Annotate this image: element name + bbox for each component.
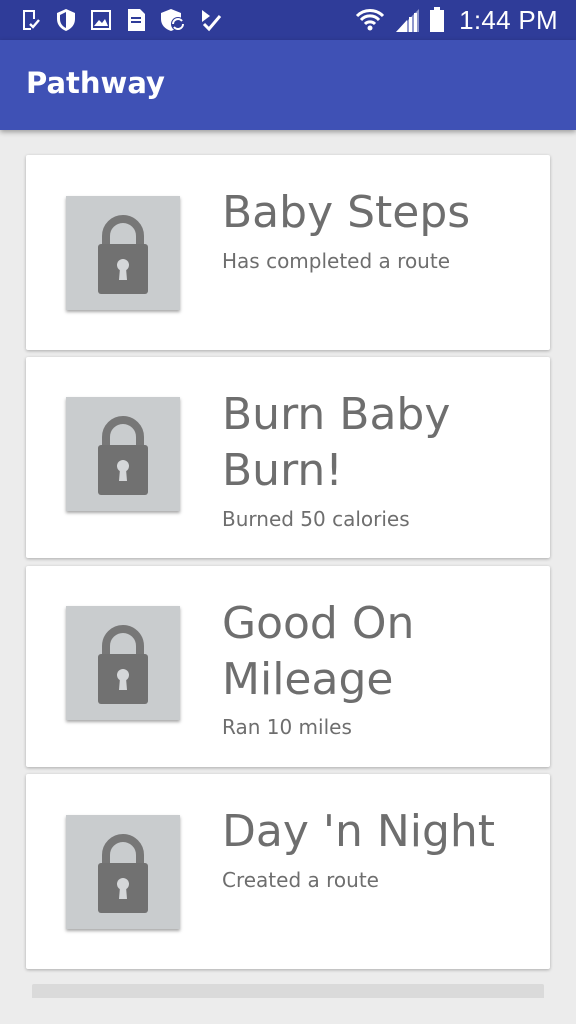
achievement-title: Burn Baby Burn! — [222, 389, 451, 496]
achievement-description: Created a route — [222, 868, 379, 892]
battery-icon — [429, 7, 445, 33]
cell-signal-icon — [393, 7, 421, 33]
achievement-description: Has completed a route — [222, 249, 450, 273]
lock-icon — [98, 834, 148, 913]
shield-sync-icon — [160, 8, 186, 32]
achievement-card[interactable]: Good On Mileage Ran 10 miles — [26, 566, 550, 767]
achievement-card[interactable]: Day 'n Night Created a route — [26, 774, 550, 969]
app-title: Pathway — [26, 66, 165, 100]
image-icon — [90, 9, 112, 31]
clipboard-check-icon — [20, 8, 42, 32]
status-bar: 1:44 PM — [0, 0, 576, 40]
achievement-title: Good On Mileage — [222, 598, 415, 705]
system-icons: 1:44 PM — [355, 4, 558, 35]
achievement-badge — [66, 196, 180, 310]
achievement-description: Ran 10 miles — [222, 715, 352, 739]
lock-icon — [98, 625, 148, 704]
status-time: 1:44 PM — [459, 4, 558, 35]
shield-icon — [56, 8, 76, 32]
achievement-title: Day 'n Night — [222, 806, 496, 857]
sim-card-icon — [126, 8, 146, 32]
lock-icon — [98, 416, 148, 495]
next-card-edge — [32, 984, 544, 998]
achievement-badge — [66, 815, 180, 929]
achievement-card[interactable]: Burn Baby Burn! Burned 50 calories — [26, 357, 550, 558]
achievement-title: Baby Steps — [222, 187, 471, 238]
achievement-badge — [66, 606, 180, 720]
task-check-icon — [200, 8, 222, 32]
notification-icons — [20, 8, 222, 32]
achievement-badge — [66, 397, 180, 511]
app-bar: Pathway — [0, 40, 576, 130]
wifi-icon — [355, 7, 385, 33]
achievement-description: Burned 50 calories — [222, 507, 410, 531]
achievement-card[interactable]: Baby Steps Has completed a route — [26, 155, 550, 350]
lock-icon — [98, 215, 148, 294]
